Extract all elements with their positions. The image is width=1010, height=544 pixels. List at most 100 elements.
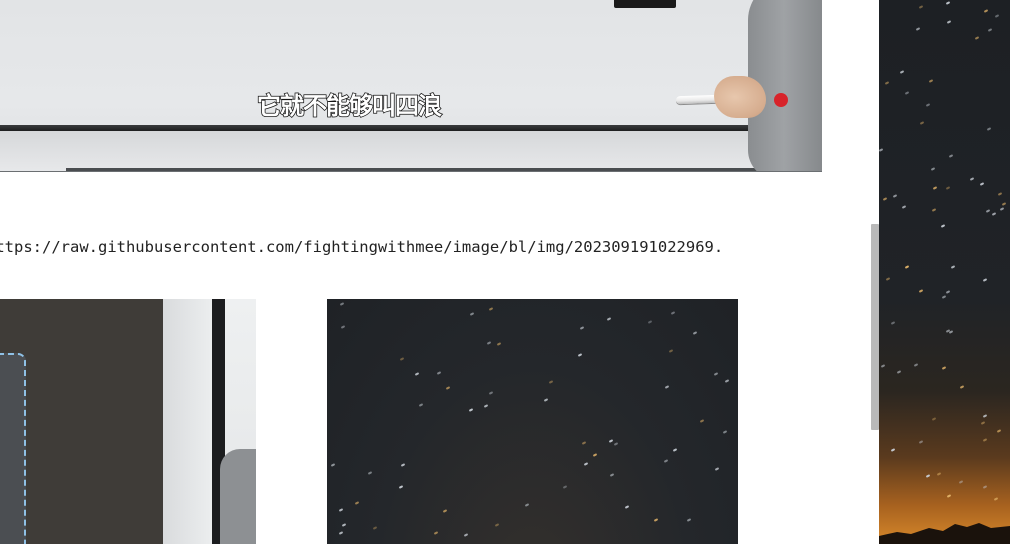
star-speck [997,192,1003,196]
star-speck [400,463,406,467]
star-speck [340,325,346,329]
star-trail-sunset-image [879,0,1010,544]
star-speck [399,357,405,361]
star-speck [958,480,964,484]
lecture-video-frame[interactable]: 它就不能够叫四浪 [0,0,822,172]
star-speck [904,265,910,269]
star-speck [463,533,469,537]
star-speck [982,485,988,489]
star-speck [433,531,439,535]
star-speck [496,342,502,346]
star-speck [932,186,938,190]
star-speck [918,5,924,9]
star-speck [468,408,474,412]
star-speck [982,278,988,282]
star-speck [941,366,947,370]
tray-shadow [66,168,822,171]
star-speck [418,403,424,407]
selection-box [0,353,26,544]
marker-cap [774,93,788,107]
star-speck [987,28,993,32]
star-speck [928,79,934,83]
star-speck [936,472,942,476]
star-speck [931,417,937,421]
star-speck [624,505,630,509]
star-speck [948,154,954,158]
star-speck [494,523,500,527]
star-speck [993,497,999,501]
star-speck [442,509,448,513]
mountain-silhouette [879,523,1010,544]
star-speck [608,439,614,443]
star-speck [647,320,653,324]
star-speck [982,414,988,418]
star-speck [724,379,730,383]
star-speck [931,208,937,212]
star-speck [950,265,956,269]
star-speck [880,364,886,368]
star-speck [899,70,905,74]
star-speck [885,277,891,281]
star-speck [436,371,442,375]
star-speck [994,14,1000,18]
star-speck [901,205,907,209]
star-speck [996,429,1002,433]
star-speck [338,531,344,535]
light-panel [163,299,213,544]
star-speck [664,385,670,389]
star-speck [606,317,612,321]
star-speck [543,398,549,402]
star-speck [879,148,884,152]
star-speck [945,1,951,5]
star-speck [372,526,378,530]
star-trail-image [327,299,738,544]
whiteboard-tray [0,131,822,171]
star-speck [904,91,910,95]
star-speck [686,518,692,522]
star-speck [974,36,980,40]
star-speck [930,167,936,171]
star-speck [341,523,347,527]
star-speck [714,467,720,471]
star-speck [882,197,888,201]
star-speck [980,421,986,425]
star-speck [959,385,965,389]
star-speck [592,453,598,457]
star-speck [890,448,896,452]
screenshot-image [0,299,256,544]
star-speck [469,312,475,316]
star-speck [577,353,583,357]
star-speck [925,103,931,107]
star-speck [925,474,931,478]
star-speck [969,177,975,181]
star-speck [982,438,988,442]
star-speck [896,370,902,374]
star-speck [985,209,991,213]
star-speck [609,473,615,477]
star-speck [338,508,344,512]
star-speck [483,404,489,408]
star-speck [946,494,952,498]
partial-figure [220,449,256,544]
star-speck [999,207,1005,211]
star-speck [699,419,705,423]
star-speck [339,302,345,306]
star-speck [398,485,404,489]
star-speck [892,194,898,198]
star-speck [991,212,997,216]
star-speck [670,311,676,315]
star-speck [445,386,451,390]
star-speck [945,290,951,294]
star-speck [1001,202,1007,206]
star-speck [548,380,554,384]
star-speck [524,503,530,507]
star-speck [913,363,919,367]
star-speck [915,27,921,31]
star-speck [354,501,360,505]
star-speck [918,289,924,293]
star-speck [414,372,420,376]
star-speck [986,127,992,131]
star-speck [945,186,951,190]
scrollbar-thumb[interactable] [871,224,879,430]
presenter-hand [714,76,766,118]
